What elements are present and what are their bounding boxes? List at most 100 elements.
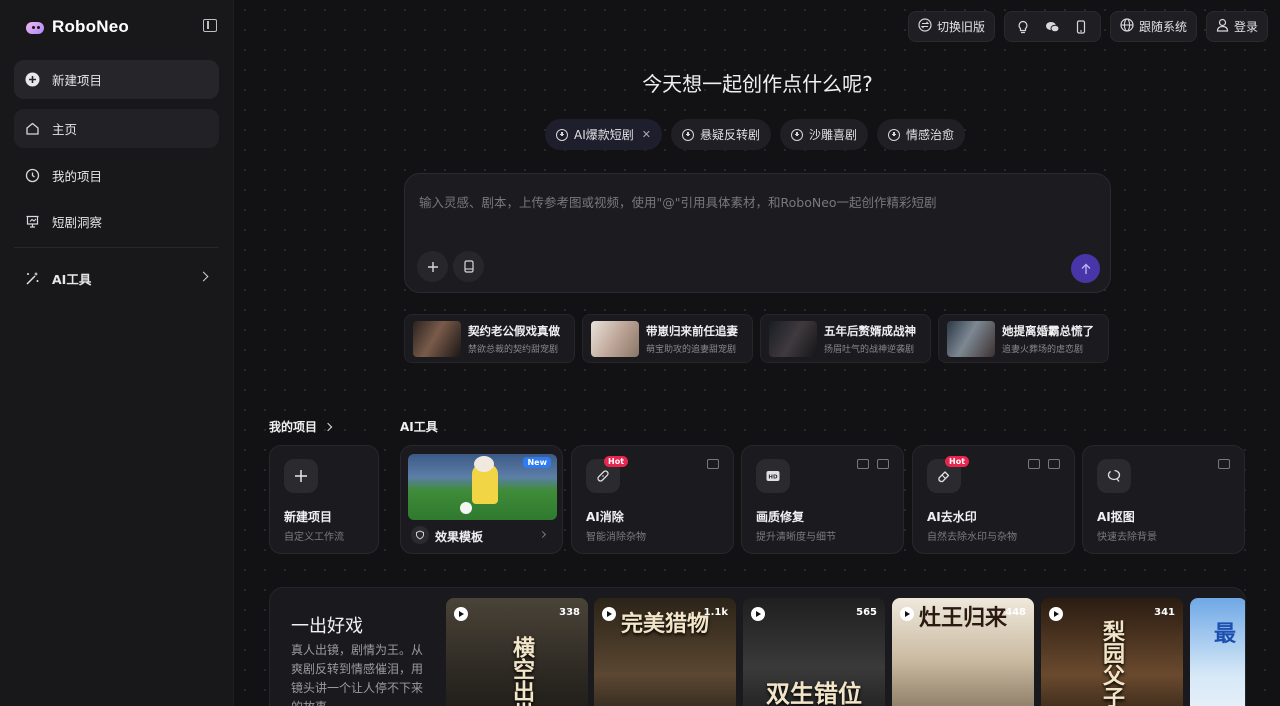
sidebar-divider <box>14 247 219 248</box>
remove-watermark-card[interactable]: Hot AI去水印 自然去除水印与杂物 <box>912 445 1075 554</box>
chip-healing[interactable]: 情感治愈 <box>877 119 966 150</box>
chip-label: AI爆款短剧 <box>574 128 634 142</box>
lightbulb-icon[interactable] <box>1009 12 1038 41</box>
poster-card[interactable]: 448 灶王归来 <box>892 598 1034 706</box>
new-project-label: 新建项目 <box>52 73 103 88</box>
ai-erase-card[interactable]: Hot AI消除 智能消除杂物 <box>571 445 734 554</box>
wechat-icon[interactable] <box>1038 12 1067 41</box>
poster-title: 完美猎物 <box>620 611 709 637</box>
close-icon[interactable]: ✕ <box>642 128 651 141</box>
main-content: 切换旧版 跟随系统 登录 今天想一起创作点什么呢? AI爆款短剧 ✕ 悬疑反转剧… <box>235 0 1280 706</box>
sample-card[interactable]: 契约老公假戏真做 禁欲总裁的契约甜宠剧 <box>404 314 575 363</box>
shield-icon <box>411 526 429 544</box>
sample-title: 带崽归来前任追妻 <box>646 323 738 338</box>
chip-comedy[interactable]: 沙雕喜剧 <box>779 119 868 150</box>
plus-circle-icon <box>556 128 568 141</box>
card-title: AI去水印 <box>927 510 977 524</box>
card-title: 新建项目 <box>284 510 333 524</box>
card-title: AI消除 <box>586 510 624 524</box>
globe-icon <box>1120 18 1134 35</box>
new-project-button[interactable]: 新建项目 <box>14 60 219 99</box>
poster-card[interactable]: 565 双生错位 <box>743 598 885 706</box>
video-icon <box>1048 459 1060 469</box>
chip-label: 沙雕喜剧 <box>808 128 857 142</box>
sample-title: 五年后赘婿成战神 <box>824 323 916 338</box>
card-subtitle: 智能消除杂物 <box>586 532 646 543</box>
sample-card[interactable]: 带崽归来前任追妻萌宝助攻的追妻甜宠剧 <box>582 314 753 363</box>
poster-card[interactable]: 341 梨园父子 <box>1041 598 1183 706</box>
tablet-icon <box>463 260 474 273</box>
robot-logo-icon <box>24 19 46 35</box>
add-attachment-button[interactable] <box>417 251 448 282</box>
sample-card[interactable]: 她提离婚霸总慌了追妻火葬场的虐恋剧 <box>938 314 1109 363</box>
sample-subtitle: 扬眉吐气的战神逆袭剧 <box>824 344 915 355</box>
lasso-icon <box>1097 459 1131 493</box>
sidebar-item-ai-tools[interactable]: AI工具 <box>14 259 219 298</box>
sidebar-item-home[interactable]: 主页 <box>14 109 219 148</box>
poster-card[interactable]: 338 横空出世 <box>446 598 588 706</box>
plus-icon <box>284 459 318 493</box>
prompt-composer[interactable]: 输入灵感、剧本，上传参考图或视频，使用"@"引用具体素材，和RoboNeo一起创… <box>404 173 1111 293</box>
sample-title: 她提离婚霸总慌了 <box>1002 323 1094 338</box>
quality-repair-card[interactable]: HD 画质修复 提升清晰度与细节 <box>741 445 904 554</box>
switch-old-version-button[interactable]: 切换旧版 <box>907 11 995 42</box>
sidebar-item-label: 主页 <box>52 122 78 137</box>
hot-badge: Hot <box>945 456 970 467</box>
magic-wand-icon <box>25 271 40 286</box>
sample-subtitle: 追妻火葬场的虐恋剧 <box>1002 344 1084 355</box>
svg-text:HD: HD <box>768 475 778 481</box>
chip-ai-hit-drama[interactable]: AI爆款短剧 ✕ <box>545 119 662 150</box>
showcase-description: 真人出镜，剧情为王。从爽剧反转到情感催泪，用镜头讲一个让人停不下来的故事 <box>291 643 424 706</box>
view-count: 341 <box>1154 607 1175 618</box>
showcase-banner: 一出好戏 真人出镜，剧情为王。从爽剧反转到情感催泪，用镜头讲一个让人停不下来的故… <box>269 587 1246 706</box>
poster-card[interactable]: 最 <box>1190 598 1245 706</box>
prompt-input-placeholder[interactable]: 输入灵感、剧本，上传参考图或视频，使用"@"引用具体素材，和RoboNeo一起创… <box>419 192 937 211</box>
chevron-right-icon <box>198 271 209 282</box>
sidebar-item-my-projects[interactable]: 我的项目 <box>14 156 219 195</box>
poster-title: 梨园父子 <box>1099 620 1125 706</box>
login-label: 登录 <box>1233 20 1258 34</box>
play-icon <box>454 607 468 621</box>
app-root: RoboNeo 新建项目 主页 我的项目 短剧洞察 AI工具 切换旧版 跟随系统… <box>0 0 1280 706</box>
poster-card[interactable]: 1.1k 完美猎物 <box>594 598 736 706</box>
sidebar-collapse-icon[interactable] <box>203 19 217 32</box>
card-subtitle: 自定义工作流 <box>284 532 344 543</box>
sidebar: RoboNeo 新建项目 主页 我的项目 短剧洞察 AI工具 <box>0 0 234 706</box>
image-icon <box>1218 459 1230 469</box>
sample-prompts: 契约老公假戏真做 禁欲总裁的契约甜宠剧 带崽归来前任追妻萌宝助攻的追妻甜宠剧 五年… <box>404 314 1109 363</box>
showcase-title: 一出好戏 <box>291 616 363 637</box>
theme-follow-system-button[interactable]: 跟随系统 <box>1109 11 1197 42</box>
switch-icon <box>918 18 932 35</box>
mobile-icon[interactable] <box>1067 12 1096 41</box>
new-badge: New <box>523 457 551 468</box>
ai-tools-heading: AI工具 <box>400 420 438 434</box>
poster-title: 横空出世 <box>509 636 535 706</box>
sample-thumbnail <box>413 320 461 357</box>
arrow-up-icon <box>1081 263 1090 274</box>
login-button[interactable]: 登录 <box>1205 11 1268 42</box>
sidebar-item-insights[interactable]: 短剧洞察 <box>14 202 219 241</box>
my-projects-heading[interactable]: 我的项目 <box>269 418 333 435</box>
template-label: 效果模板 <box>435 530 484 544</box>
plus-circle-icon <box>888 128 900 141</box>
icon-button-group <box>1003 11 1101 42</box>
sample-card[interactable]: 五年后赘婿成战神扬眉吐气的战神逆袭剧 <box>760 314 931 363</box>
plus-circle-icon <box>790 128 803 141</box>
logo[interactable]: RoboNeo <box>24 16 129 38</box>
card-subtitle: 自然去除水印与杂物 <box>927 532 1017 543</box>
hd-icon: HD <box>756 459 790 493</box>
sidebar-item-label: 我的项目 <box>52 169 103 184</box>
send-button[interactable] <box>1071 254 1100 283</box>
new-project-card[interactable]: 新建项目 自定义工作流 <box>269 445 379 554</box>
ai-cutout-card[interactable]: AI抠图 快速去除背景 <box>1082 445 1245 554</box>
effect-template-card[interactable]: New 效果模板 <box>400 445 563 554</box>
poster-title: 灶王归来 <box>918 605 1007 631</box>
media-button[interactable] <box>453 251 484 282</box>
card-subtitle: 提升清晰度与细节 <box>756 532 836 543</box>
poster-title: 双生错位 <box>766 679 862 706</box>
sample-subtitle: 萌宝助攻的追妻甜宠剧 <box>646 344 737 355</box>
media-type-icons <box>1218 459 1230 469</box>
user-icon <box>1216 18 1229 35</box>
sample-thumbnail <box>769 320 817 357</box>
chip-suspense[interactable]: 悬疑反转剧 <box>670 119 771 150</box>
